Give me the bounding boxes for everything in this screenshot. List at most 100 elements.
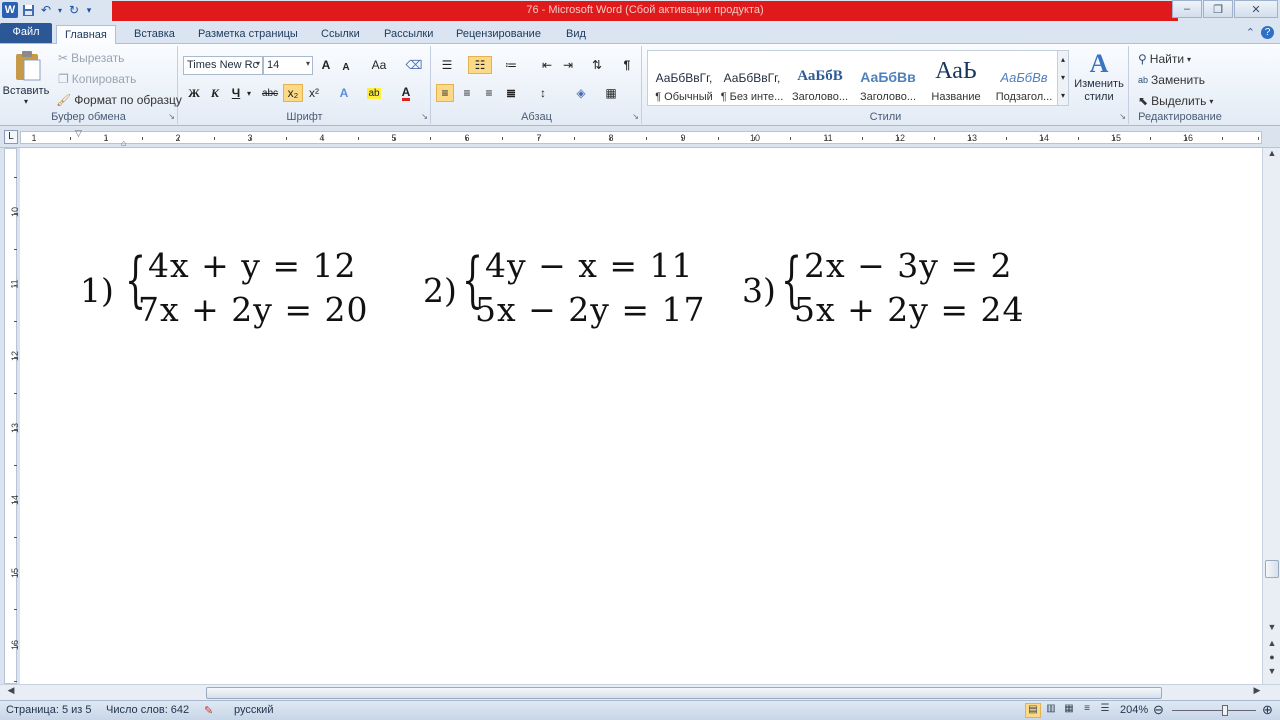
- paste-dropdown-icon[interactable]: ▾: [2, 97, 50, 106]
- horizontal-scroll-thumb[interactable]: [206, 687, 1162, 699]
- indent-marker-icon[interactable]: ⌂: [121, 138, 126, 148]
- change-styles-button[interactable]: A Изменить стили: [1071, 50, 1127, 106]
- outline-icon[interactable]: ≡: [1079, 703, 1095, 718]
- paste-button[interactable]: Вставить ▾: [3, 50, 49, 110]
- scroll-left-icon[interactable]: ◀: [4, 685, 18, 699]
- tab-selector-icon[interactable]: L: [4, 130, 18, 144]
- change-case-button[interactable]: Aa: [367, 56, 391, 74]
- undo-icon[interactable]: ↶: [38, 2, 54, 18]
- sort-icon[interactable]: ⇅: [588, 56, 606, 74]
- justify-icon[interactable]: ≣: [502, 84, 520, 102]
- undo-dropdown-icon[interactable]: ▾: [56, 2, 64, 18]
- text-effects-icon[interactable]: A: [335, 84, 353, 102]
- scroll-down-icon[interactable]: ▼: [1265, 622, 1279, 636]
- font-size-combo[interactable]: 14 ▾: [263, 56, 313, 75]
- underline-dropdown-icon[interactable]: ▾: [244, 84, 254, 102]
- print-layout-icon[interactable]: ▤: [1025, 703, 1041, 718]
- format-painter-button[interactable]: 🖌 Формат по образцу: [56, 93, 182, 107]
- subscript-button[interactable]: x₂: [283, 84, 303, 102]
- dialog-launcher-icon[interactable]: ↘: [421, 112, 428, 121]
- redo-icon[interactable]: ↻: [66, 2, 82, 18]
- minimize-ribbon-icon[interactable]: ⌃: [1246, 26, 1255, 39]
- align-right-icon[interactable]: ≡: [480, 84, 498, 102]
- grow-font-button[interactable]: A: [317, 56, 335, 74]
- tab-review[interactable]: Рецензирование: [448, 25, 549, 44]
- page-count[interactable]: Страница: 5 из 5: [6, 704, 92, 716]
- scroll-up-icon[interactable]: ▲: [1265, 148, 1279, 162]
- align-left-icon[interactable]: ≡: [436, 84, 454, 102]
- style-normal[interactable]: АаБбВвГг, ¶ Обычный: [650, 57, 718, 107]
- language[interactable]: русский: [234, 704, 273, 716]
- word-logo-icon[interactable]: W: [2, 2, 18, 18]
- highlight-icon[interactable]: ab: [365, 84, 383, 102]
- bullets-icon[interactable]: ☰: [438, 56, 456, 74]
- minimize-button[interactable]: ‒: [1172, 0, 1202, 18]
- underline-button[interactable]: Ч: [227, 84, 245, 102]
- italic-button[interactable]: К: [206, 84, 224, 102]
- multilevel-list-icon[interactable]: ≔: [502, 56, 520, 74]
- browse-object-icon[interactable]: ●: [1265, 652, 1279, 666]
- save-icon[interactable]: [20, 2, 36, 18]
- dialog-launcher-icon[interactable]: ↘: [1119, 112, 1126, 121]
- zoom-in-icon[interactable]: ⊕: [1262, 702, 1273, 718]
- tab-page-layout[interactable]: Разметка страницы: [190, 25, 306, 44]
- close-button[interactable]: ✕: [1234, 0, 1278, 18]
- full-screen-reading-icon[interactable]: ▥: [1043, 703, 1059, 718]
- find-button[interactable]: ⚲ Найти ▾: [1138, 52, 1191, 66]
- document-page[interactable]: 1) { 4x + y = 12 7x + 2y = 20 2) { 4y − …: [20, 148, 1262, 684]
- help-icon[interactable]: ?: [1261, 26, 1274, 39]
- clear-formatting-icon[interactable]: ⌫: [405, 56, 423, 74]
- replace-button[interactable]: ab Заменить: [1138, 73, 1205, 87]
- vertical-scrollbar[interactable]: ▲ ▼ ▲ ● ▼: [1262, 148, 1280, 684]
- tab-insert[interactable]: Вставка: [126, 25, 183, 44]
- horizontal-ruler[interactable]: L 1 1 2 3 4 5 6 7 8 9 10 11 12 13 14 15 …: [0, 127, 1280, 148]
- style-no-spacing[interactable]: АаБбВвГг, ¶ Без инте...: [718, 57, 786, 107]
- bold-button[interactable]: Ж: [185, 84, 203, 102]
- dialog-launcher-icon[interactable]: ↘: [168, 112, 175, 121]
- show-formatting-icon[interactable]: ¶: [618, 56, 636, 74]
- style-heading1[interactable]: АаБбВ Заголово...: [786, 57, 854, 107]
- tab-mailings[interactable]: Рассылки: [376, 25, 441, 44]
- tab-references[interactable]: Ссылки: [313, 25, 368, 44]
- borders-icon[interactable]: ▦: [602, 84, 620, 102]
- zoom-level[interactable]: 204%: [1120, 704, 1148, 716]
- vertical-ruler[interactable]: 10 11 12 13 14 15 16: [0, 148, 20, 684]
- tab-home[interactable]: Главная: [56, 25, 116, 45]
- superscript-button[interactable]: x²: [305, 84, 323, 102]
- dialog-launcher-icon[interactable]: ↘: [632, 112, 639, 121]
- style-subtitle[interactable]: АаБбВв Подзагол...: [990, 57, 1058, 107]
- zoom-out-icon[interactable]: ⊖: [1153, 702, 1164, 718]
- line-spacing-icon[interactable]: ↕: [534, 84, 552, 102]
- styles-scroll[interactable]: ▴ ▾ ▾: [1057, 50, 1069, 106]
- cut-button[interactable]: ✂ Вырезать: [58, 51, 124, 65]
- draft-icon[interactable]: ☰: [1097, 703, 1113, 718]
- web-layout-icon[interactable]: ▦: [1061, 703, 1077, 718]
- tab-view[interactable]: Вид: [558, 25, 594, 44]
- zoom-slider-thumb[interactable]: [1222, 705, 1228, 716]
- scroll-right-icon[interactable]: ▶: [1250, 685, 1264, 699]
- previous-page-icon[interactable]: ▲: [1265, 638, 1279, 652]
- horizontal-scrollbar[interactable]: ◀ ▶: [0, 684, 1280, 700]
- maximize-button[interactable]: ❐: [1203, 0, 1233, 18]
- increase-indent-icon[interactable]: ⇥: [559, 56, 577, 74]
- vertical-scroll-thumb[interactable]: [1265, 560, 1279, 578]
- numbering-icon[interactable]: ☷: [468, 56, 492, 74]
- tab-file[interactable]: Файл: [0, 23, 52, 43]
- zoom-slider-track[interactable]: [1172, 710, 1256, 711]
- decrease-indent-icon[interactable]: ⇤: [538, 56, 556, 74]
- align-center-icon[interactable]: ≡: [458, 84, 476, 102]
- copy-button[interactable]: ❐ Копировать: [58, 72, 136, 86]
- shading-icon[interactable]: ◈: [572, 84, 590, 102]
- select-button[interactable]: ⬉ Выделить ▾: [1138, 94, 1213, 108]
- proofing-icon[interactable]: ✎: [204, 704, 213, 717]
- first-line-indent-icon[interactable]: ▽: [75, 128, 82, 139]
- shrink-font-button[interactable]: A: [337, 58, 355, 76]
- font-color-icon[interactable]: A: [397, 84, 415, 102]
- style-heading2[interactable]: АаБбВв Заголово...: [854, 57, 922, 107]
- style-title[interactable]: АаЬ Название: [922, 57, 990, 107]
- strikethrough-button[interactable]: abc: [259, 84, 281, 102]
- next-page-icon[interactable]: ▼: [1265, 666, 1279, 680]
- word-count[interactable]: Число слов: 642: [106, 704, 189, 716]
- font-name-combo[interactable]: Times New Rc ▾: [183, 56, 263, 75]
- customize-toolbar-icon[interactable]: ▾: [84, 2, 94, 18]
